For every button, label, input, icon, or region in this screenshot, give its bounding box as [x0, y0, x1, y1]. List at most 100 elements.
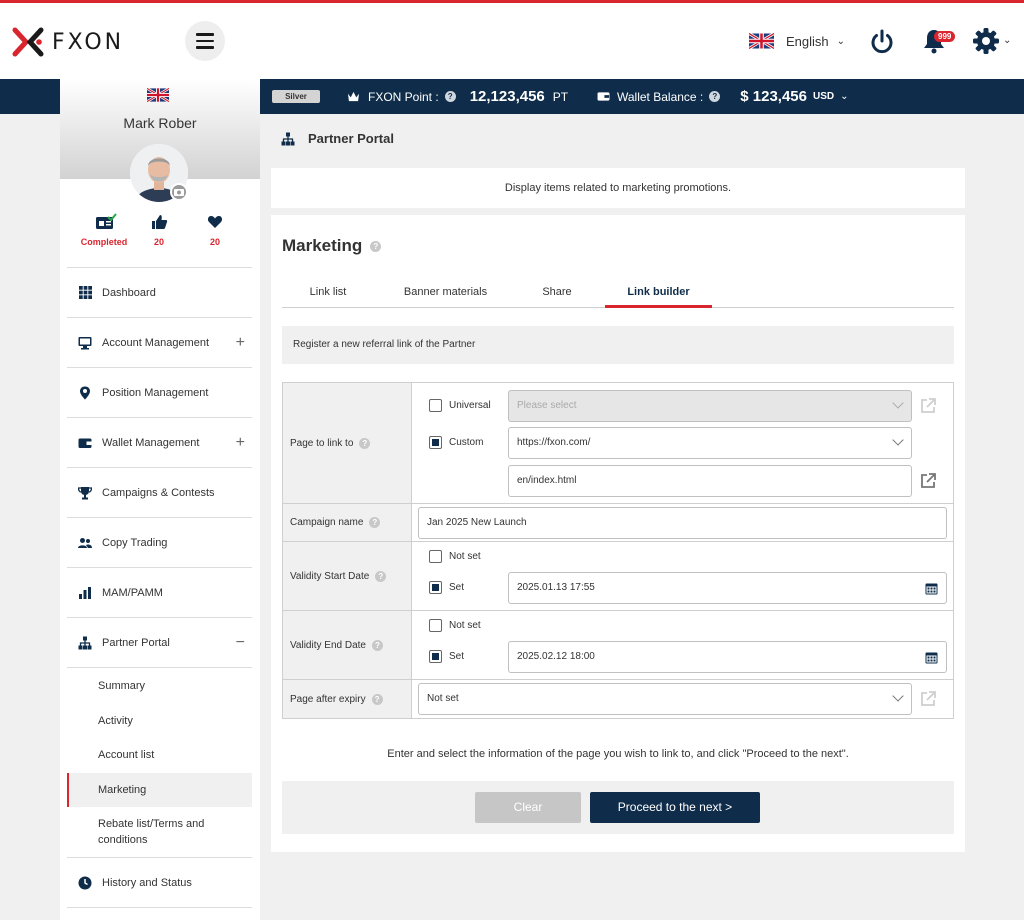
settings-chevron-icon[interactable]: ⌄ [1003, 35, 1011, 46]
gear-icon[interactable] [972, 27, 1000, 55]
hierarchy-icon [78, 636, 92, 650]
custom-domain-select[interactable]: https://fxon.com/ [508, 427, 912, 459]
sidebar-item-dashboard[interactable]: Dashboard [67, 268, 252, 318]
sidebar-item-history-status[interactable]: History and Status [67, 858, 252, 908]
instruction-notice: Register a new referral link of the Part… [282, 326, 954, 364]
calendar-icon[interactable] [925, 651, 938, 664]
sidebar-item-label: Account Management [102, 336, 210, 349]
field-label: Validity End Date ? [283, 611, 412, 679]
wallet-balance-display: Wallet Balance : ? $ 123,456 USD ⌄ [597, 79, 849, 114]
end-notset-checkbox[interactable] [429, 619, 442, 632]
form-row-page-link: Page to link to ? Universal Please selec… [283, 383, 953, 504]
help-icon[interactable]: ? [359, 437, 371, 449]
tab-link-list[interactable]: Link list [288, 284, 368, 308]
monitor-icon [78, 336, 92, 350]
pin-icon [78, 386, 92, 400]
favorites-count: 20 [209, 237, 220, 247]
form-row-campaign: Campaign name ? Jan 2025 New Launch [283, 504, 953, 542]
wallet-currency[interactable]: USD [813, 91, 834, 102]
tab-share[interactable]: Share [522, 284, 592, 308]
external-link-icon[interactable] [919, 690, 937, 708]
sidebar-subitem-activity[interactable]: Activity [67, 704, 252, 739]
notification-count-badge: 999 [934, 31, 956, 42]
crown-icon [348, 91, 359, 102]
sidebar-subitem-rebate-list[interactable]: Rebate list/Terms and conditions [67, 807, 252, 857]
help-icon[interactable]: ? [371, 693, 383, 705]
sidebar-item-label: Copy Trading [102, 536, 168, 549]
external-link-icon[interactable] [919, 397, 937, 415]
form-row-expiry-page: Page after expiry ? Not set [283, 680, 953, 718]
sidebar-subitem-summary[interactable]: Summary [67, 669, 252, 704]
kyc-status: Completed [80, 237, 128, 247]
sidebar-item-label: MAM/PAMM [102, 586, 163, 599]
clear-button[interactable]: Clear [475, 792, 581, 823]
sidebar-item-mam-pamm[interactable]: MAM/PAMM [67, 568, 252, 618]
field-label: Validity Start Date ? [283, 542, 412, 610]
form-hint-text: Enter and select the information of the … [387, 748, 849, 760]
collapse-icon[interactable]: − [236, 634, 245, 652]
end-date-input[interactable]: 2025.02.12 18:00 [508, 641, 947, 673]
uk-flag-icon [749, 33, 774, 49]
help-icon[interactable]: ? [369, 517, 381, 528]
calendar-icon[interactable] [925, 582, 938, 595]
intro-banner: Display items related to marketing promo… [271, 168, 965, 208]
currency-chevron-icon[interactable]: ⌄ [840, 91, 848, 102]
universal-page-select[interactable]: Please select [508, 390, 912, 422]
expand-icon[interactable]: + [236, 334, 245, 352]
heart-icon [207, 216, 223, 228]
sidebar-item-campaigns-contests[interactable]: Campaigns & Contests [67, 468, 252, 518]
external-link-icon[interactable] [919, 472, 937, 490]
sidebar-item-partner-portal[interactable]: Partner Portal − [67, 618, 252, 668]
sidebar-item-wallet-management[interactable]: Wallet Management + [67, 418, 252, 468]
start-date-input[interactable]: 2025.01.13 17:55 [508, 572, 947, 604]
sidebar-subitem-account-list[interactable]: Account list [67, 738, 252, 773]
tab-banner-materials[interactable]: Banner materials [393, 284, 498, 308]
section-title: Marketing ? [282, 236, 382, 256]
thumbs-up-icon [152, 215, 168, 229]
clock-icon [78, 876, 92, 890]
field-label: Page to link to ? [283, 383, 412, 503]
start-notset-label: Not set [449, 551, 481, 562]
campaign-name-input[interactable]: Jan 2025 New Launch [418, 507, 947, 539]
language-selector[interactable]: English ⌄ [749, 33, 845, 49]
sidebar-item-label: Partner Portal [102, 636, 170, 649]
fxon-logo-icon [12, 27, 44, 57]
help-icon[interactable]: ? [375, 570, 387, 582]
sidebar-subitem-marketing[interactable]: Marketing [67, 772, 252, 807]
custom-path-input[interactable]: en/index.html [508, 465, 912, 497]
menu-toggle-button[interactable] [185, 21, 225, 61]
sidebar-item-label: Position Management [102, 386, 209, 399]
custom-checkbox[interactable] [429, 436, 442, 449]
tab-bar: Link list Banner materials Share Link bu… [282, 284, 954, 308]
brand-name: FXON [52, 29, 125, 55]
sidebar: Mark Rober Completed 20 20 Dashboard Acc… [60, 79, 260, 920]
help-icon[interactable]: ? [709, 91, 721, 102]
help-icon[interactable]: ? [370, 240, 382, 252]
camera-icon[interactable] [170, 183, 188, 201]
help-icon[interactable]: ? [444, 91, 456, 102]
chevron-down-icon: ⌄ [836, 35, 846, 47]
power-icon[interactable] [868, 28, 896, 56]
expand-icon[interactable]: + [236, 434, 245, 452]
help-icon[interactable]: ? [371, 639, 383, 651]
start-notset-checkbox[interactable] [429, 550, 442, 563]
proceed-next-button[interactable]: Proceed to the next > [590, 792, 760, 823]
start-set-label: Set [449, 582, 465, 593]
sidebar-nav: Dashboard Account Management + Position … [67, 267, 252, 908]
point-unit: PT [552, 89, 569, 104]
end-set-checkbox[interactable] [429, 650, 442, 663]
tab-link-builder[interactable]: Link builder [605, 284, 712, 308]
start-set-checkbox[interactable] [429, 581, 442, 594]
page-title: Partner Portal [308, 131, 394, 146]
grid-icon [78, 286, 92, 300]
marketing-card: Marketing ? Link list Banner materials S… [271, 215, 965, 852]
sidebar-item-label: History and Status [102, 876, 192, 889]
brand-logo[interactable]: FXON [12, 27, 124, 57]
language-label: English [786, 33, 829, 49]
sidebar-item-copy-trading[interactable]: Copy Trading [67, 518, 252, 568]
universal-checkbox[interactable] [429, 399, 442, 412]
expiry-page-select[interactable]: Not set [418, 683, 912, 715]
sidebar-item-account-management[interactable]: Account Management + [67, 318, 252, 368]
form-row-end-date: Validity End Date ? Not set Set 2025.02.… [283, 611, 953, 680]
sidebar-item-position-management[interactable]: Position Management [67, 368, 252, 418]
